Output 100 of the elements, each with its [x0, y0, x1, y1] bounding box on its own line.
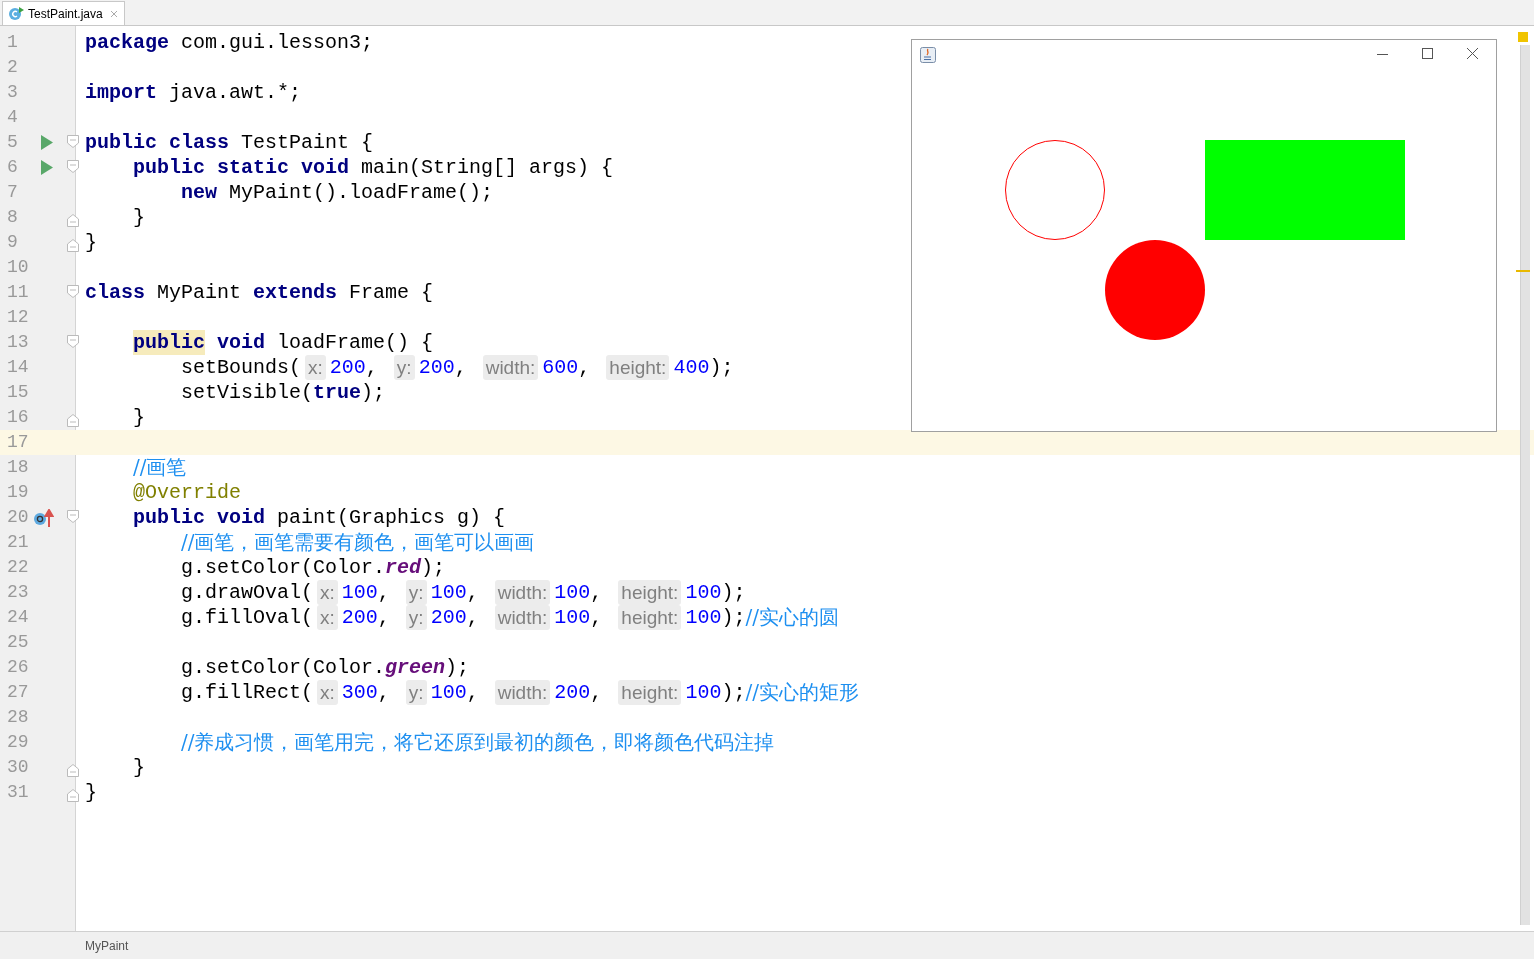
code-text: g.setColor(Color. — [181, 555, 386, 580]
override-icon[interactable] — [34, 508, 54, 527]
line-number: 1 — [6, 31, 19, 54]
number-literal: 100 — [430, 680, 467, 705]
number-literal: 100 — [430, 580, 467, 605]
code-text: g.drawOval( — [181, 580, 314, 605]
fold-icon[interactable] — [67, 135, 79, 148]
parameter-hint: y: — [405, 580, 427, 605]
maximize-icon[interactable] — [1422, 48, 1433, 59]
number-literal: 100 — [685, 580, 722, 605]
code-text: , — [590, 680, 604, 705]
keyword: package — [85, 30, 169, 55]
number-literal: 400 — [673, 355, 710, 380]
status-indicator-icon[interactable] — [1518, 32, 1528, 42]
code-text: , — [454, 355, 468, 380]
parameter-hint: x: — [317, 605, 338, 630]
fold-icon[interactable] — [67, 335, 79, 348]
run-icon[interactable] — [41, 135, 53, 150]
line-number: 24 — [6, 606, 30, 629]
line-number: 29 — [6, 731, 30, 754]
number-literal: 100 — [341, 580, 378, 605]
line-number: 31 — [6, 781, 30, 804]
field-name: green — [385, 655, 446, 680]
file-tab[interactable]: TestPaint.java — [2, 1, 125, 25]
breadcrumb[interactable]: MyPaint — [85, 936, 129, 955]
keyword: public void — [133, 505, 266, 530]
fold-icon[interactable] — [67, 239, 79, 252]
line-number: 26 — [6, 656, 30, 679]
code-text: , — [365, 355, 379, 380]
code-text: , — [590, 605, 604, 630]
number-literal: 200 — [430, 605, 467, 630]
code-text: ); — [445, 655, 470, 680]
scrollbar[interactable] — [1520, 45, 1530, 925]
code-comment: //实心的圆 — [745, 605, 839, 630]
line-number: 20 — [6, 506, 30, 529]
parameter-hint: width: — [494, 580, 551, 605]
minimize-icon[interactable] — [1377, 54, 1388, 55]
number-literal: 100 — [685, 605, 722, 630]
line-number: 5 — [6, 131, 19, 154]
run-icon[interactable] — [41, 160, 53, 175]
field-name: red — [385, 555, 422, 580]
keyword: public — [133, 330, 206, 355]
code-comment: //实心的矩形 — [745, 680, 859, 705]
line-number: 30 — [6, 756, 30, 779]
number-literal: 200 — [554, 680, 591, 705]
fold-icon[interactable] — [67, 214, 79, 227]
parameter-hint: height: — [606, 355, 670, 380]
keyword: import — [85, 80, 157, 105]
line-number: 11 — [6, 281, 30, 304]
code-text: ); — [721, 605, 746, 630]
fold-icon[interactable] — [67, 789, 79, 802]
code-text: } — [133, 205, 146, 230]
line-number: 25 — [6, 631, 30, 654]
keyword: new — [181, 180, 218, 205]
warning-marker[interactable] — [1516, 270, 1530, 272]
fold-icon[interactable] — [67, 764, 79, 777]
parameter-hint: x: — [317, 580, 338, 605]
class-file-icon — [9, 6, 25, 21]
code-text: ); — [361, 380, 386, 405]
line-number: 22 — [6, 556, 30, 579]
parameter-hint: width: — [494, 605, 551, 630]
code-text: g.fillRect( — [181, 680, 314, 705]
fold-icon[interactable] — [67, 160, 79, 173]
fold-icon[interactable] — [67, 285, 79, 298]
code-text: } — [85, 230, 97, 255]
parameter-hint: height: — [618, 605, 682, 630]
code-text: g.setColor(Color. — [181, 655, 386, 680]
line-number: 13 — [6, 331, 30, 354]
line-number: 7 — [6, 181, 19, 204]
code-text: , — [466, 680, 480, 705]
close-icon[interactable] — [1467, 48, 1478, 59]
code-text: , — [590, 580, 604, 605]
java-app-icon — [920, 47, 936, 63]
code-text: , — [578, 355, 592, 380]
code-text: java.awt.*; — [169, 80, 302, 105]
number-literal: 200 — [329, 355, 366, 380]
line-number: 2 — [6, 56, 19, 79]
keyword: void — [217, 330, 266, 355]
fold-icon[interactable] — [67, 414, 79, 427]
parameter-hint: height: — [618, 580, 682, 605]
code-text: } — [133, 405, 146, 430]
line-number: 28 — [6, 706, 30, 729]
line-number: 23 — [6, 581, 30, 604]
line-number: 14 — [6, 356, 30, 379]
line-number: 19 — [6, 481, 30, 504]
keyword: public class — [85, 130, 230, 155]
number-literal: 100 — [554, 580, 591, 605]
fold-icon[interactable] — [67, 510, 79, 523]
code-text: ); — [709, 355, 734, 380]
code-comment: //画笔 — [133, 455, 187, 480]
code-comment: //画笔，画笔需要有颜色，画笔可以画画 — [181, 530, 535, 555]
line-number: 9 — [6, 231, 19, 254]
line-number: 16 — [6, 406, 30, 429]
code-comment: //养成习惯，画笔用完，将它还原到最初的颜色，即将颜色代码注掉 — [181, 730, 775, 755]
code-text: , — [377, 680, 391, 705]
code-text: , — [377, 580, 391, 605]
line-number: 8 — [6, 206, 19, 229]
code-text: ); — [721, 580, 746, 605]
number-literal: 600 — [542, 355, 579, 380]
code-text: MyPaint().loadFrame(); — [229, 180, 494, 205]
